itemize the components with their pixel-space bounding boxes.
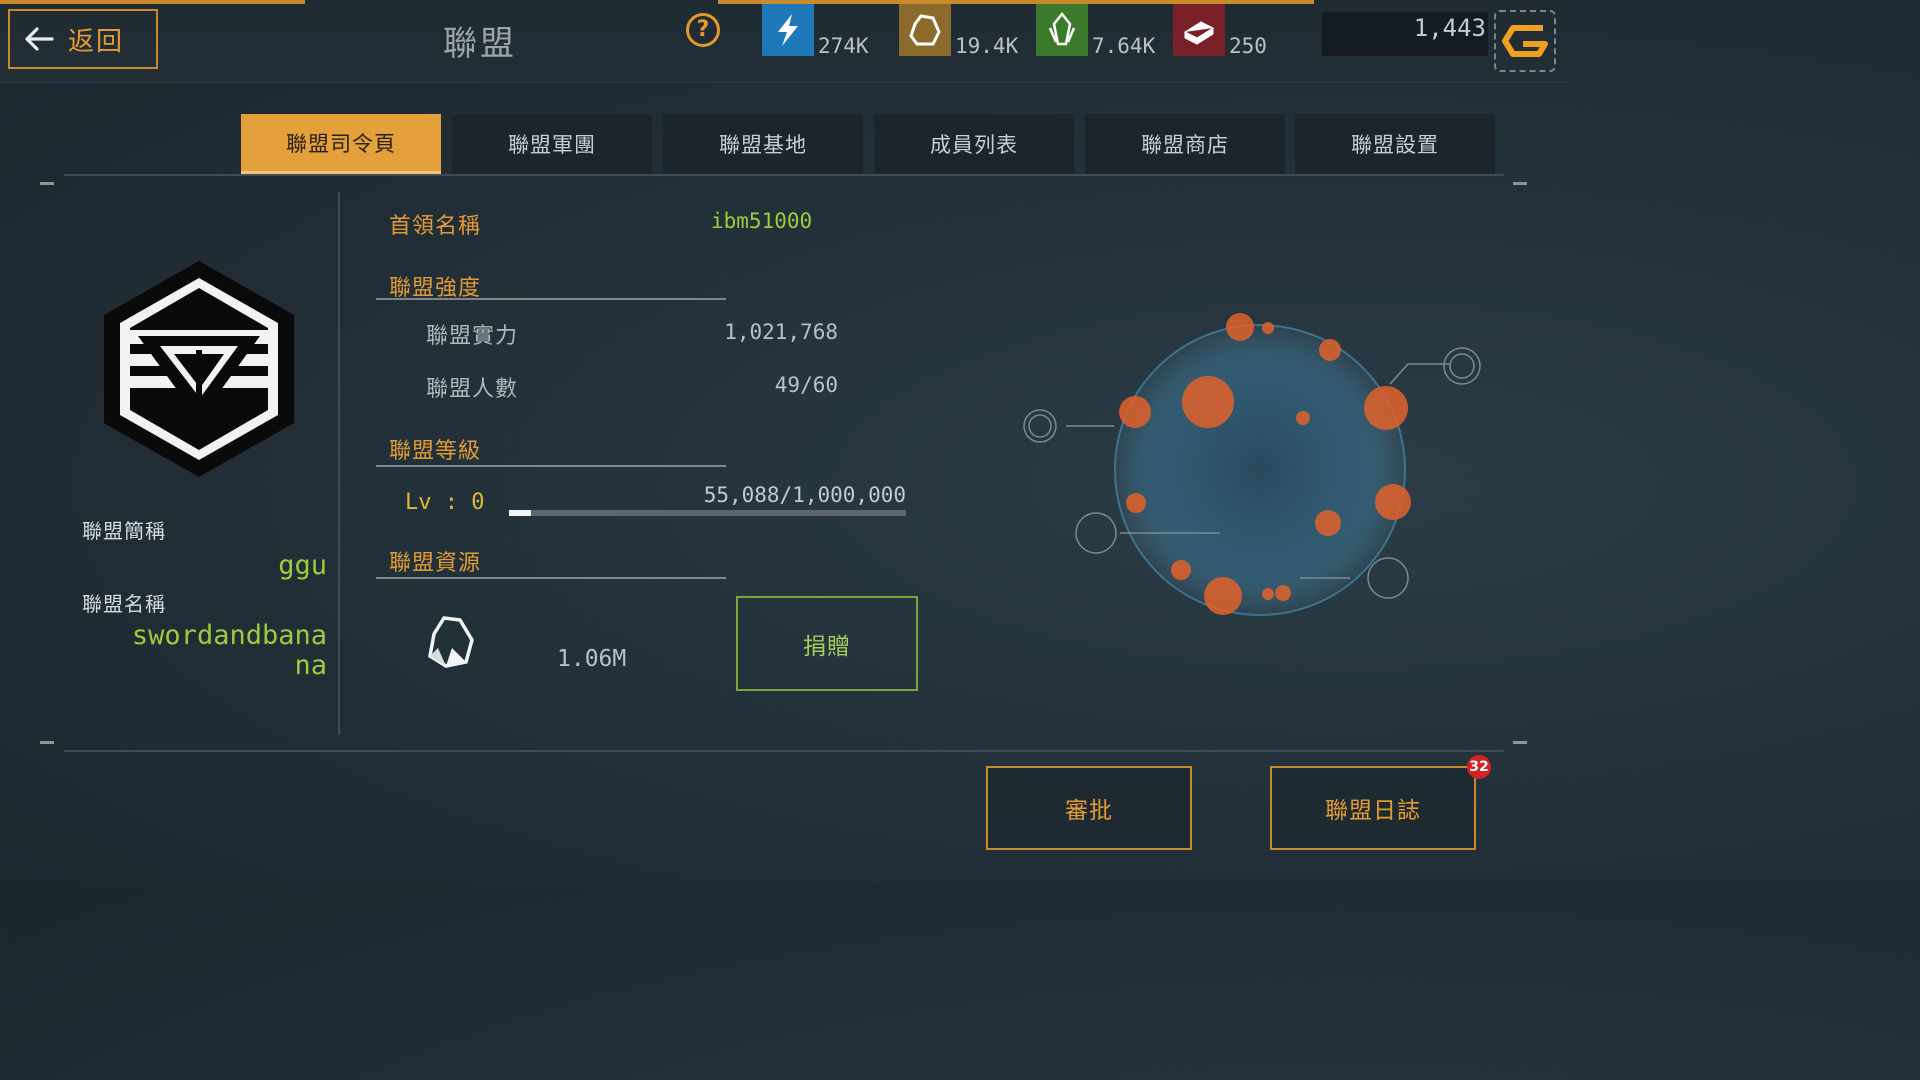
name-value-line1: swordandbana — [131, 620, 327, 651]
top-accent-line — [0, 0, 305, 4]
tab-command[interactable]: 聯盟司令頁 — [241, 114, 441, 174]
tab-members[interactable]: 成員列表 — [874, 114, 1074, 174]
exp-text: 55,088/1,000,000 — [703, 483, 906, 507]
alloy-value: 250 — [1229, 34, 1267, 58]
back-arrow-icon — [25, 27, 54, 51]
resource-header: 聯盟資源 — [389, 551, 482, 576]
back-button[interactable]: 返回 — [8, 9, 158, 69]
level-value: Lv : 0 — [405, 490, 485, 515]
power-value: 1,021,768 — [724, 320, 838, 344]
notification-badge: 32 — [1467, 755, 1491, 779]
members-label: 聯盟人數 — [426, 377, 519, 402]
level-header: 聯盟等級 — [389, 439, 482, 464]
frame-tick — [1513, 741, 1527, 744]
crystal-icon[interactable] — [1036, 4, 1088, 56]
help-icon[interactable]: ? — [686, 13, 720, 47]
alloy-icon[interactable] — [1173, 4, 1225, 56]
gold-icon[interactable] — [1494, 10, 1556, 72]
gold-value: 1,443 — [1413, 14, 1486, 42]
energy-icon[interactable] — [762, 4, 814, 56]
members-value: 49/60 — [774, 373, 838, 397]
ore-value: 19.4K — [955, 34, 1019, 58]
name-value-line2: na — [294, 650, 327, 681]
donate-button[interactable]: 捐贈 — [736, 596, 918, 691]
short-name-label: 聯盟簡稱 — [82, 519, 166, 543]
leader-label: 首領名稱 — [389, 214, 482, 239]
frame-tick — [40, 741, 54, 744]
exp-bar — [509, 510, 906, 516]
frame-tick — [40, 182, 54, 185]
approve-button[interactable]: 審批 — [986, 766, 1192, 850]
energy-value: 274K — [818, 34, 869, 58]
left-panel-divider — [338, 192, 340, 735]
power-label: 聯盟實力 — [426, 324, 519, 349]
frame-tick — [1513, 182, 1527, 185]
name-label: 聯盟名稱 — [82, 592, 166, 616]
tab-settings[interactable]: 聯盟設置 — [1295, 114, 1495, 174]
back-label: 返回 — [68, 26, 125, 57]
resource-underline — [376, 577, 726, 579]
panel-bottom-border — [64, 750, 1504, 752]
tab-legion[interactable]: 聯盟軍團 — [452, 114, 652, 174]
alliance-log-button[interactable]: 聯盟日誌 — [1270, 766, 1476, 850]
ore-icon — [428, 616, 474, 668]
resource-value: 1.06M — [557, 646, 627, 672]
alliance-emblem — [104, 261, 294, 477]
leader-value: ibm51000 — [711, 209, 813, 233]
short-name-value: ggu — [278, 550, 327, 581]
level-underline — [376, 465, 726, 467]
globe-illustration — [1023, 313, 1481, 616]
panel-top-border — [64, 174, 1504, 176]
page-title: 聯盟 — [443, 24, 517, 64]
strength-underline — [376, 298, 726, 300]
tab-shop[interactable]: 聯盟商店 — [1085, 114, 1285, 174]
crystal-value: 7.64K — [1092, 34, 1156, 58]
exp-bar-fill — [509, 510, 531, 516]
tab-base[interactable]: 聯盟基地 — [663, 114, 863, 174]
ore-icon[interactable] — [899, 4, 951, 56]
